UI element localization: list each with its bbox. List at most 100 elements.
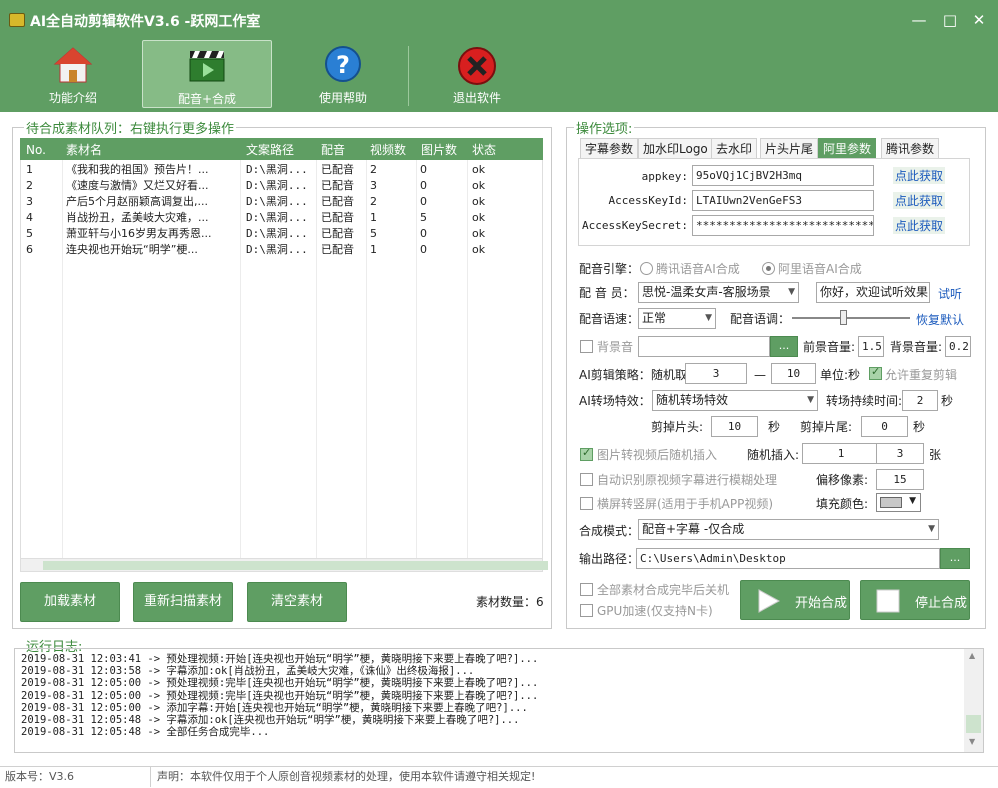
col-dub[interactable]: 配音	[321, 140, 345, 160]
engine-ali-radio[interactable]	[762, 262, 775, 275]
shutdown-checkbox[interactable]	[580, 583, 593, 596]
toolbar-exit-button[interactable]: 退出软件	[412, 40, 542, 108]
voice-sample-input[interactable]: 你好，欢迎试听效果	[816, 282, 930, 303]
cell-videos: 5	[370, 227, 377, 240]
table-row[interactable]: 1 《我和我的祖国》预告片！... D:\黑洞... 已配音 2 0 ok	[22, 162, 542, 178]
pitch-slider-track[interactable]	[792, 317, 910, 319]
random-max-field[interactable]: 10	[771, 363, 816, 384]
toolbar-intro-button[interactable]: 功能介绍	[8, 40, 138, 108]
insert-max-field[interactable]: 3	[876, 443, 924, 464]
rescan-button[interactable]: 重新扫描素材	[133, 582, 233, 622]
help-icon: ?	[325, 46, 361, 82]
cell-name: 连央视也开始玩“明学”梗...	[66, 243, 198, 256]
voice-select[interactable]: 思悦-温柔女声-客服场景 ▼	[638, 282, 799, 303]
output-browse-button[interactable]: ...	[940, 548, 970, 569]
stop-label: 停止合成	[915, 596, 968, 611]
bgm-browse-button[interactable]: ...	[770, 336, 798, 357]
minimize-button[interactable]: —	[910, 11, 928, 29]
start-button[interactable]: 开始合成	[740, 580, 850, 620]
appkey-get-link[interactable]: 点此获取	[893, 167, 946, 184]
pitch-slider-handle[interactable]	[840, 310, 847, 325]
akid-field[interactable]: LTAIUwn2VenGeFS3	[692, 190, 874, 211]
table-row[interactable]: 5 萧亚轩与小16岁男友再秀恩... D:\黑洞... 已配音 5 0 ok	[22, 226, 542, 242]
log-area[interactable]: 2019-08-31 12:03:41 -> 预处理视频:开始[连央视也开始玩“…	[14, 648, 984, 753]
toolbar-dub-button[interactable]: 配音+合成	[142, 40, 272, 108]
cell-status: ok	[472, 227, 486, 240]
stop-button[interactable]: 停止合成	[860, 580, 970, 620]
load-button[interactable]: 加载素材	[20, 582, 120, 622]
appkey-field[interactable]: 95oVQj1CjBV2H3mq	[692, 165, 874, 186]
log-scrollbar[interactable]: ▲ ▼	[964, 649, 983, 752]
bgm-checkbox[interactable]	[580, 340, 593, 353]
engine-tencent-radio[interactable]	[640, 262, 653, 275]
col-no[interactable]: No.	[26, 140, 46, 160]
bg-volume-field[interactable]: 0.2	[945, 336, 971, 357]
voice-try-link[interactable]: 试听	[938, 285, 962, 302]
col-name[interactable]: 素材名	[66, 140, 102, 160]
home-icon	[53, 47, 93, 83]
fill-color-picker[interactable]: ▼	[876, 493, 921, 512]
blur-subtitle-checkbox[interactable]	[580, 473, 593, 486]
transition-label: AI转场特效：	[579, 394, 651, 408]
table-row[interactable]: 2 《速度与激情》又烂又好看... D:\黑洞... 已配音 3 0 ok	[22, 178, 542, 194]
pitch-reset-link[interactable]: 恢复默认	[916, 311, 964, 328]
toolbar-separator	[408, 46, 409, 106]
akid-label: AccessKeyId:	[608, 194, 688, 207]
transition-duration-field[interactable]: 2	[902, 390, 938, 411]
table-row[interactable]: 4 肖战扮丑，孟美岐大灾难，... D:\黑洞... 已配音 1 5 ok	[22, 210, 542, 226]
status-bar: 版本号：V3.6 声明：本软件仅用于个人原创音视频素材的处理，使用本软件请遵守相…	[0, 766, 998, 788]
insert-min-field[interactable]: 1	[802, 443, 880, 464]
offset-field[interactable]: 15	[876, 469, 924, 490]
close-button[interactable]: ✕	[970, 11, 988, 29]
aksecret-field[interactable]: ******************************	[692, 215, 874, 236]
maximize-button[interactable]: □	[941, 11, 959, 29]
random-min-field[interactable]: 3	[685, 363, 747, 384]
tab-intro-outro[interactable]: 片头片尾	[760, 138, 819, 158]
tab-remove-watermark[interactable]: 去水印	[711, 138, 758, 158]
bgm-path-field[interactable]	[638, 336, 770, 357]
cell-no: 1	[26, 163, 33, 176]
cell-dub: 已配音	[321, 211, 354, 224]
scroll-up-icon[interactable]: ▲	[969, 651, 975, 660]
col-status[interactable]: 状态	[472, 140, 496, 160]
tab-subtitle[interactable]: 字幕参数	[580, 138, 639, 158]
tab-watermark-logo[interactable]: 加水印Logo	[638, 138, 713, 158]
col-images[interactable]: 图片数	[421, 140, 457, 160]
engine-ali-label[interactable]: 阿里语音AI合成	[778, 261, 862, 277]
col-videos[interactable]: 视频数	[370, 140, 406, 160]
clear-button[interactable]: 清空素材	[247, 582, 347, 622]
output-path-field[interactable]: C:\Users\Admin\Desktop	[636, 548, 940, 569]
log-line: 2019-08-31 12:05:48 -> 字幕添加:ok[连央视也开始玩“明…	[21, 714, 520, 727]
portrait-checkbox[interactable]	[580, 497, 593, 510]
cell-images: 0	[420, 195, 427, 208]
mode-select[interactable]: 配音+字幕 -仅合成 ▼	[638, 519, 939, 540]
aksecret-get-link[interactable]: 点此获取	[893, 217, 946, 234]
cell-no: 4	[26, 211, 33, 224]
akid-get-link[interactable]: 点此获取	[893, 192, 946, 209]
cell-status: ok	[472, 243, 486, 256]
cut-head-field[interactable]: 10	[711, 416, 758, 437]
engine-tencent-label[interactable]: 腾讯语音AI合成	[656, 261, 740, 277]
scroll-down-icon[interactable]: ▼	[969, 737, 975, 746]
transition-select[interactable]: 随机转场特效 ▼	[652, 390, 818, 411]
tab-tencent[interactable]: 腾讯参数	[881, 138, 940, 158]
col-path[interactable]: 文案路径	[246, 140, 294, 160]
fg-volume-field[interactable]: 1.5	[858, 336, 884, 357]
scrollbar-thumb[interactable]	[43, 561, 548, 570]
cell-dub: 已配音	[321, 179, 354, 192]
allow-repeat-checkbox[interactable]	[869, 365, 882, 380]
table-row[interactable]: 3 产后5个月赵丽颖高调复出,... D:\黑洞... 已配音 2 0 ok	[22, 194, 542, 210]
horizontal-scrollbar[interactable]	[20, 558, 548, 572]
table-row[interactable]: 6 连央视也开始玩“明学”梗... D:\黑洞... 已配音 1 0 ok	[22, 242, 542, 258]
toolbar-help-button[interactable]: ? 使用帮助	[278, 40, 408, 108]
tab-aliyun[interactable]: 阿里参数	[818, 138, 877, 158]
cell-videos: 1	[370, 243, 377, 256]
log-scrollbar-thumb[interactable]	[966, 715, 981, 733]
image-insert-checkbox[interactable]	[580, 446, 593, 461]
chevron-down-icon: ▼	[788, 287, 795, 297]
random-insert-label: 随机插入:	[747, 448, 800, 462]
cut-tail-field[interactable]: 0	[861, 416, 908, 437]
cell-name: 肖战扮丑，孟美岐大灾难，...	[66, 211, 209, 224]
speed-select[interactable]: 正常 ▼	[638, 308, 716, 329]
gpu-checkbox[interactable]	[580, 604, 593, 617]
